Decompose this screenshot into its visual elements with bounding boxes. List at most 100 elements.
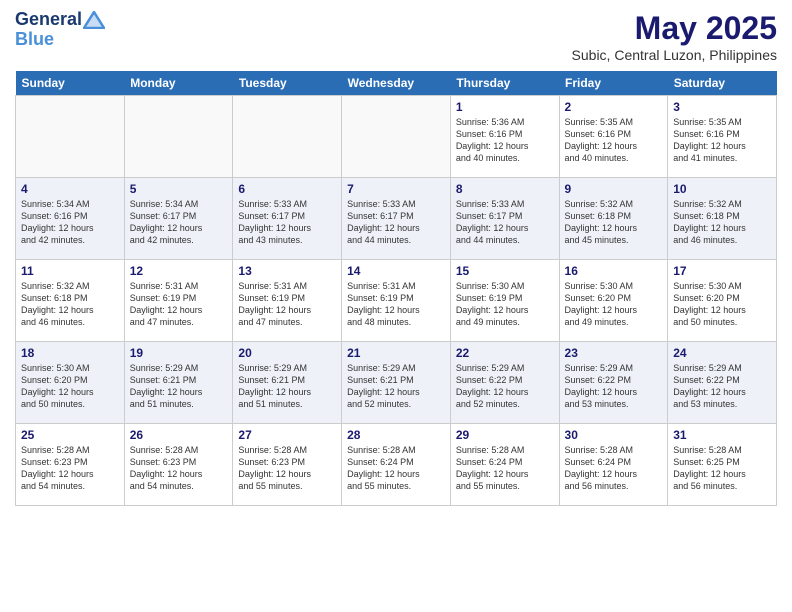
calendar-day: 8Sunrise: 5:33 AM Sunset: 6:17 PM Daylig… [450,178,559,260]
day-info: Sunrise: 5:33 AM Sunset: 6:17 PM Dayligh… [347,198,445,247]
col-monday: Monday [124,71,233,96]
day-number: 11 [21,264,119,278]
day-info: Sunrise: 5:31 AM Sunset: 6:19 PM Dayligh… [238,280,336,329]
header: General Blue May 2025 Subic, Central Luz… [15,10,777,63]
day-number: 10 [673,182,771,196]
day-number: 28 [347,428,445,442]
day-info: Sunrise: 5:32 AM Sunset: 6:18 PM Dayligh… [673,198,771,247]
col-wednesday: Wednesday [342,71,451,96]
day-number: 29 [456,428,554,442]
calendar-day: 22 Sunrise: 5:29 AM Sunset: 6:22 PM Dayli… [450,342,559,424]
calendar-day: 14Sunrise: 5:31 AM Sunset: 6:19 PM Dayli… [342,260,451,342]
day-info: Sunrise: 5:28 AM Sunset: 6:24 PM Dayligh… [565,444,663,493]
day-info: Sunrise: 5:29 AM Sunset: 6:21 PM Dayligh… [130,362,228,411]
day-info: Sunrise: 5:28 AM Sunset: 6:23 PM Dayligh… [21,444,119,493]
calendar-day: 7 Sunrise: 5:33 AM Sunset: 6:17 PM Daylig… [342,178,451,260]
calendar-week-2: 4Sunrise: 5:34 AM Sunset: 6:16 PM Daylig… [16,178,777,260]
day-info: Sunrise: 5:29 AM Sunset: 6:22 PM Dayligh… [673,362,771,411]
day-info: Sunrise: 5:34 AM Sunset: 6:16 PM Dayligh… [21,198,119,247]
day-info: Sunrise: 5:33 AM Sunset: 6:17 PM Dayligh… [238,198,336,247]
calendar-table: Sunday Monday Tuesday Wednesday Thursday… [15,71,777,506]
calendar-day: 12Sunrise: 5:31 AM Sunset: 6:19 PM Dayli… [124,260,233,342]
day-number: 19 [130,346,228,360]
calendar-day: 6 Sunrise: 5:33 AM Sunset: 6:17 PM Daylig… [233,178,342,260]
day-number: 21 [347,346,445,360]
calendar-day: 25 Sunrise: 5:28 AM Sunset: 6:23 PM Dayli… [16,424,125,506]
day-info: Sunrise: 5:31 AM Sunset: 6:19 PM Dayligh… [347,280,445,329]
calendar-day [233,96,342,178]
day-info: Sunrise: 5:34 AM Sunset: 6:17 PM Dayligh… [130,198,228,247]
subtitle: Subic, Central Luzon, Philippines [572,47,777,63]
calendar-day: 27Sunrise: 5:28 AM Sunset: 6:23 PM Dayli… [233,424,342,506]
day-info: Sunrise: 5:28 AM Sunset: 6:25 PM Dayligh… [673,444,771,493]
header-row: Sunday Monday Tuesday Wednesday Thursday… [16,71,777,96]
day-number: 26 [130,428,228,442]
day-number: 6 [238,182,336,196]
calendar-day: 20Sunrise: 5:29 AM Sunset: 6:21 PM Dayli… [233,342,342,424]
day-number: 24 [673,346,771,360]
calendar-day: 26 Sunrise: 5:28 AM Sunset: 6:23 PM Dayli… [124,424,233,506]
day-info: Sunrise: 5:29 AM Sunset: 6:21 PM Dayligh… [238,362,336,411]
day-number: 17 [673,264,771,278]
day-info: Sunrise: 5:28 AM Sunset: 6:24 PM Dayligh… [456,444,554,493]
day-info: Sunrise: 5:35 AM Sunset: 6:16 PM Dayligh… [673,116,771,165]
calendar-container: General Blue May 2025 Subic, Central Luz… [0,0,792,516]
day-number: 1 [456,100,554,114]
day-number: 25 [21,428,119,442]
calendar-day [16,96,125,178]
calendar-day: 23 Sunrise: 5:29 AM Sunset: 6:22 PM Dayli… [559,342,668,424]
calendar-day: 9Sunrise: 5:32 AM Sunset: 6:18 PM Daylig… [559,178,668,260]
col-friday: Friday [559,71,668,96]
day-number: 3 [673,100,771,114]
day-number: 7 [347,182,445,196]
calendar-day: 13 Sunrise: 5:31 AM Sunset: 6:19 PM Dayli… [233,260,342,342]
calendar-day: 21 Sunrise: 5:29 AM Sunset: 6:21 PM Dayli… [342,342,451,424]
day-info: Sunrise: 5:29 AM Sunset: 6:22 PM Dayligh… [565,362,663,411]
calendar-day: 3 Sunrise: 5:35 AM Sunset: 6:16 PM Daylig… [668,96,777,178]
day-info: Sunrise: 5:36 AM Sunset: 6:16 PM Dayligh… [456,116,554,165]
col-tuesday: Tuesday [233,71,342,96]
calendar-day: 31 Sunrise: 5:28 AM Sunset: 6:25 PM Dayli… [668,424,777,506]
col-sunday: Sunday [16,71,125,96]
day-info: Sunrise: 5:32 AM Sunset: 6:18 PM Dayligh… [565,198,663,247]
calendar-day: 10 Sunrise: 5:32 AM Sunset: 6:18 PM Dayli… [668,178,777,260]
day-number: 22 [456,346,554,360]
calendar-day: 29 Sunrise: 5:28 AM Sunset: 6:24 PM Dayli… [450,424,559,506]
calendar-day [342,96,451,178]
day-info: Sunrise: 5:30 AM Sunset: 6:20 PM Dayligh… [673,280,771,329]
day-info: Sunrise: 5:33 AM Sunset: 6:17 PM Dayligh… [456,198,554,247]
logo-icon [83,11,105,29]
calendar-day: 17 Sunrise: 5:30 AM Sunset: 6:20 PM Dayli… [668,260,777,342]
day-number: 16 [565,264,663,278]
title-section: May 2025 Subic, Central Luzon, Philippin… [572,10,777,63]
day-info: Sunrise: 5:30 AM Sunset: 6:20 PM Dayligh… [565,280,663,329]
logo: General Blue [15,10,106,50]
day-info: Sunrise: 5:31 AM Sunset: 6:19 PM Dayligh… [130,280,228,329]
logo-text: General [15,10,106,30]
day-info: Sunrise: 5:29 AM Sunset: 6:22 PM Dayligh… [456,362,554,411]
calendar-day: 16 Sunrise: 5:30 AM Sunset: 6:20 PM Dayli… [559,260,668,342]
day-number: 18 [21,346,119,360]
month-title: May 2025 [572,10,777,47]
day-info: Sunrise: 5:28 AM Sunset: 6:23 PM Dayligh… [130,444,228,493]
day-number: 23 [565,346,663,360]
day-info: Sunrise: 5:29 AM Sunset: 6:21 PM Dayligh… [347,362,445,411]
day-number: 30 [565,428,663,442]
calendar-day: 18 Sunrise: 5:30 AM Sunset: 6:20 PM Dayli… [16,342,125,424]
day-info: Sunrise: 5:30 AM Sunset: 6:20 PM Dayligh… [21,362,119,411]
day-number: 13 [238,264,336,278]
calendar-day: 4Sunrise: 5:34 AM Sunset: 6:16 PM Daylig… [16,178,125,260]
day-number: 5 [130,182,228,196]
col-saturday: Saturday [668,71,777,96]
calendar-day: 24 Sunrise: 5:29 AM Sunset: 6:22 PM Dayli… [668,342,777,424]
day-info: Sunrise: 5:35 AM Sunset: 6:16 PM Dayligh… [565,116,663,165]
calendar-day: 2Sunrise: 5:35 AM Sunset: 6:16 PM Daylig… [559,96,668,178]
col-thursday: Thursday [450,71,559,96]
day-info: Sunrise: 5:32 AM Sunset: 6:18 PM Dayligh… [21,280,119,329]
calendar-day: 1 Sunrise: 5:36 AM Sunset: 6:16 PM Daylig… [450,96,559,178]
day-info: Sunrise: 5:28 AM Sunset: 6:24 PM Dayligh… [347,444,445,493]
calendar-week-4: 18 Sunrise: 5:30 AM Sunset: 6:20 PM Dayli… [16,342,777,424]
day-number: 31 [673,428,771,442]
calendar-week-1: 1 Sunrise: 5:36 AM Sunset: 6:16 PM Daylig… [16,96,777,178]
calendar-day: 11 Sunrise: 5:32 AM Sunset: 6:18 PM Dayli… [16,260,125,342]
